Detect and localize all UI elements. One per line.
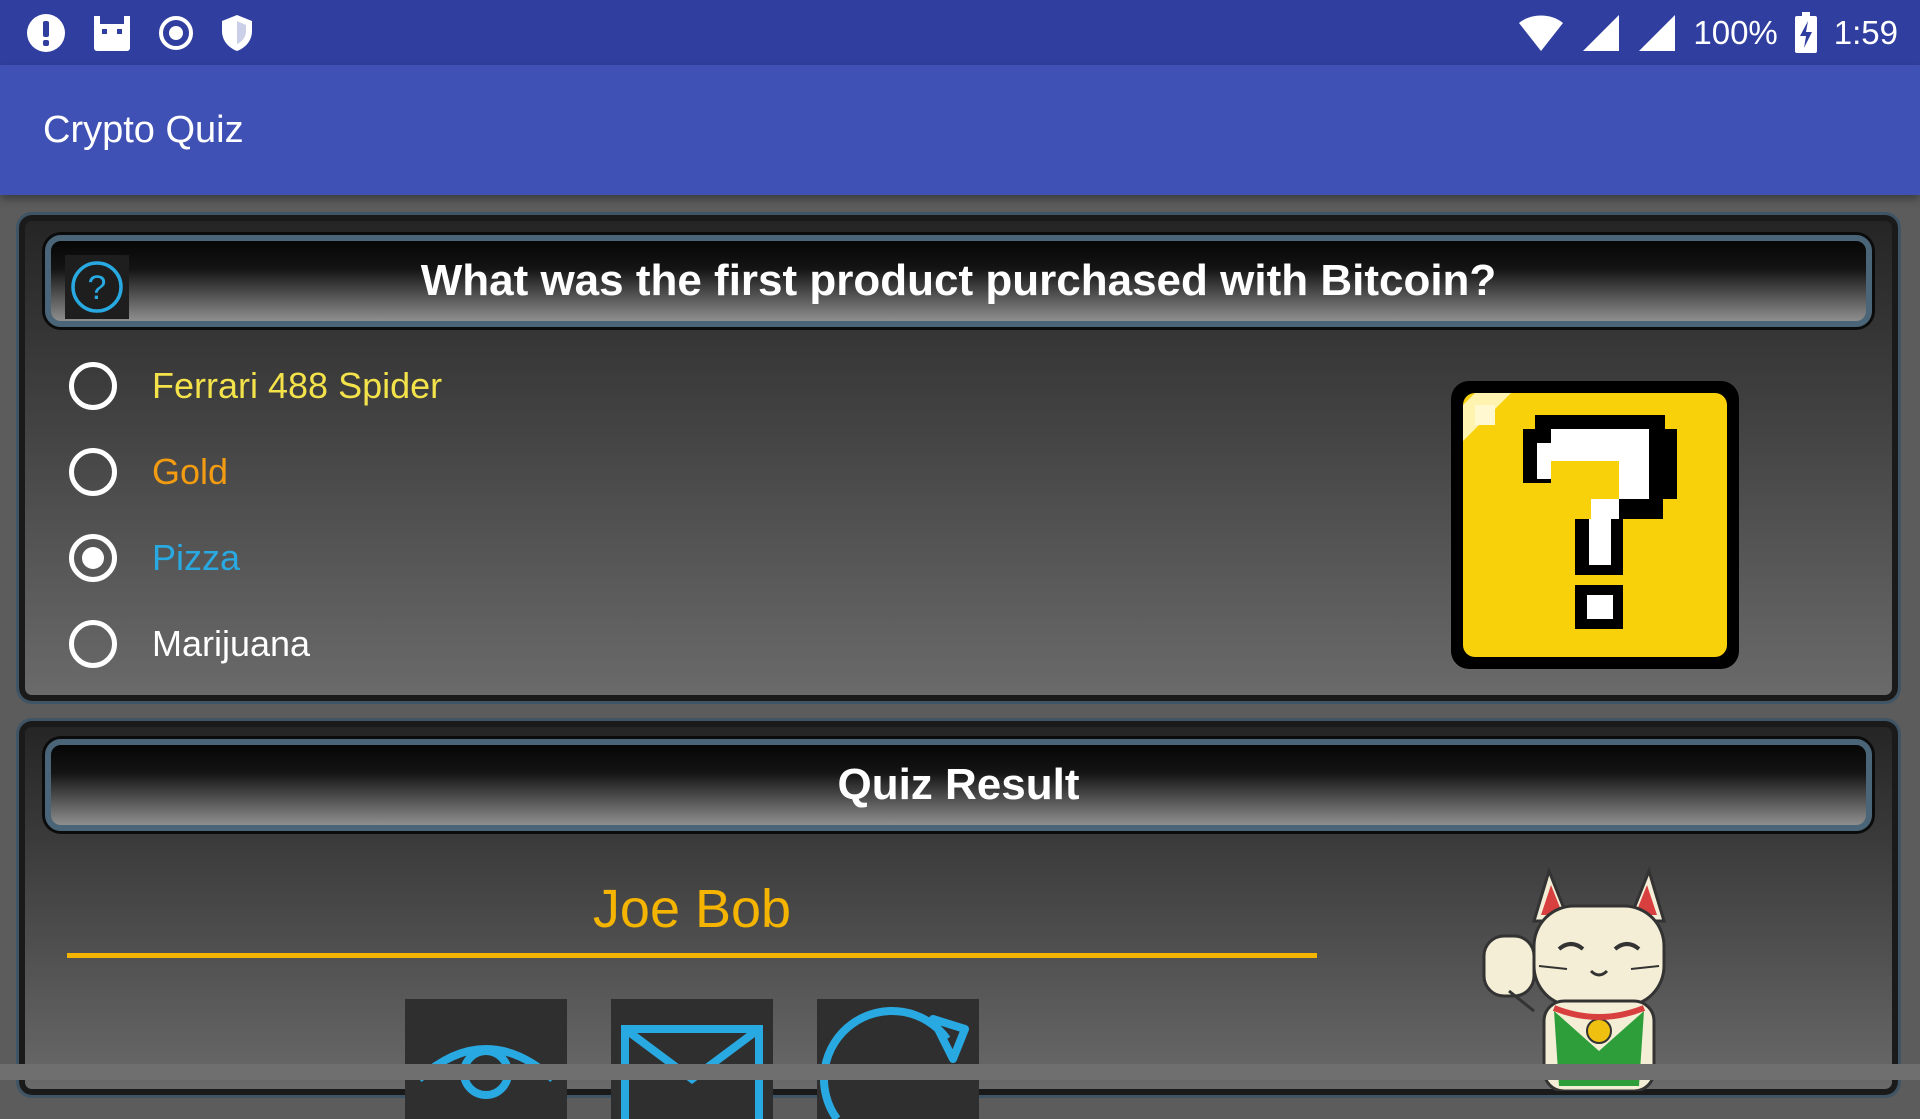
option-label: Ferrari 488 Spider bbox=[152, 365, 443, 406]
email-button[interactable] bbox=[611, 999, 773, 1119]
result-header: Quiz Result bbox=[45, 739, 1872, 831]
shield-icon bbox=[222, 15, 252, 51]
question-block-icon bbox=[1451, 381, 1739, 669]
question-text: What was the first product purchased wit… bbox=[420, 256, 1497, 305]
option-label: Gold bbox=[152, 451, 229, 492]
battery-percent: 100% bbox=[1693, 14, 1778, 51]
status-icons-left bbox=[26, 12, 255, 54]
battery-charging-icon bbox=[1794, 12, 1817, 53]
refresh-button[interactable] bbox=[817, 999, 979, 1119]
option-label: Pizza bbox=[152, 537, 241, 578]
view-button[interactable] bbox=[405, 999, 567, 1119]
option-ferrari[interactable]: Ferrari 488 Spider bbox=[69, 356, 442, 416]
result-header-text: Quiz Result bbox=[837, 760, 1080, 809]
status-bar: 100% 1:59 bbox=[0, 0, 1920, 65]
lucky-cat-icon bbox=[1482, 866, 1667, 1091]
option-radio[interactable] bbox=[69, 362, 117, 410]
signal-icon bbox=[1583, 15, 1620, 51]
refresh-icon bbox=[820, 1007, 969, 1119]
app-bar: Crypto Quiz bbox=[0, 65, 1920, 195]
question-card: ? What was the first product purchased w… bbox=[16, 212, 1901, 704]
option-radio[interactable] bbox=[69, 620, 117, 668]
option-pizza[interactable]: Pizza bbox=[69, 528, 240, 588]
status-icons-right: 100% 1:59 bbox=[1517, 8, 1898, 58]
android-debug-icon bbox=[94, 16, 130, 51]
bottom-edge bbox=[0, 1064, 1920, 1080]
email-icon bbox=[621, 1025, 763, 1119]
result-card: Quiz Result Joe Bob bbox=[16, 718, 1901, 1119]
wifi-icon bbox=[1519, 15, 1564, 51]
question-header: ? What was the first product purchased w… bbox=[45, 235, 1872, 327]
view-icon bbox=[416, 1045, 556, 1099]
app-title: Crypto Quiz bbox=[43, 109, 244, 151]
clock: 1:59 bbox=[1833, 14, 1898, 51]
option-radio-selected[interactable] bbox=[69, 534, 117, 582]
player-name-underline bbox=[67, 953, 1317, 958]
option-label: Marijuana bbox=[152, 623, 311, 664]
signal-icon bbox=[1639, 15, 1676, 51]
option-radio[interactable] bbox=[69, 448, 117, 496]
record-icon bbox=[159, 16, 193, 50]
option-marijuana[interactable]: Marijuana bbox=[69, 614, 310, 674]
player-name: Joe Bob bbox=[592, 879, 792, 939]
alert-icon bbox=[27, 14, 65, 52]
option-gold[interactable]: Gold bbox=[69, 442, 228, 502]
